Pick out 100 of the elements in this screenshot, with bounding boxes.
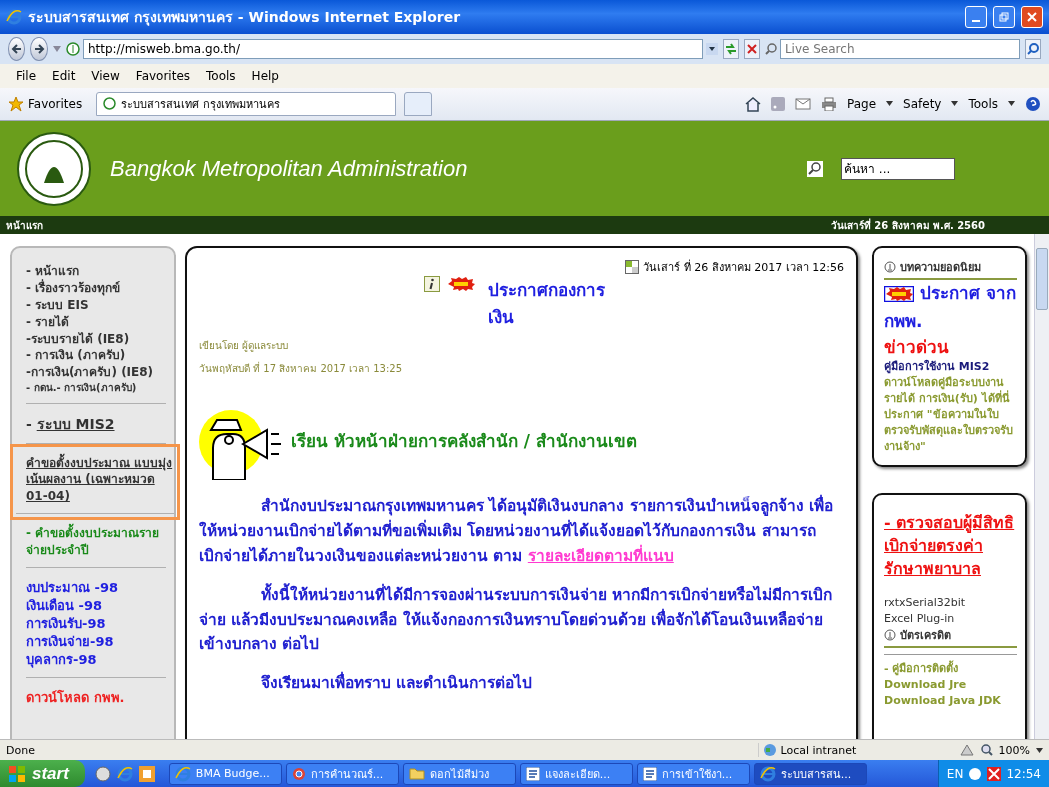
sidebar-link[interactable]: งบประมาณ -98 [26, 578, 166, 597]
tray-icon[interactable] [987, 766, 1002, 781]
forward-arrow-icon [33, 42, 46, 55]
sidebar-link[interactable]: - คำขอตั้งงบประมาณรายจ่ายประจำปี [26, 524, 166, 559]
menu-item[interactable]: Edit [44, 66, 84, 85]
eligibility-link[interactable]: - ตรวจสอบผู้มีสิทธิ เบิกจ่ายตรงค่ารักษาพยาบาล [884, 511, 1017, 581]
new-badge-icon [884, 286, 914, 303]
caret-icon[interactable] [1036, 747, 1043, 753]
site-icon [103, 97, 117, 111]
language-indicator[interactable]: EN [946, 766, 964, 781]
article-author: เขียนโดย ผู้ดูแลระบบ [199, 339, 290, 354]
sidebar-link[interactable]: - การเงิน (ภาครับ) [26, 347, 166, 365]
sidebar-link[interactable]: -การเงิน(ภาครับ) (IE8) [26, 364, 166, 381]
browser-tab[interactable]: ระบบสารสนเทศ กรุงเทพมหานคร [96, 91, 397, 116]
caret-icon[interactable] [1008, 101, 1015, 107]
vertical-scrollbar[interactable] [1034, 234, 1049, 740]
menu-item[interactable]: File [8, 66, 45, 85]
help-icon[interactable] [1025, 95, 1041, 112]
taskbar-button[interactable]: BMA Budge... [168, 762, 282, 785]
menu-item[interactable]: Tools [198, 66, 244, 85]
forward-button[interactable] [30, 36, 48, 61]
back-arrow-icon [10, 42, 23, 55]
section-heading: บัตรเครดิต [900, 628, 951, 645]
sidebar-link[interactable]: - ระบบ MIS2 [26, 414, 166, 435]
urgent-news-link[interactable]: ข่าวด่วน [884, 334, 1017, 360]
restore-icon [999, 11, 1009, 22]
download-link[interactable]: rxtxSerial32bit [884, 594, 1017, 611]
security-zone: Local intranet [780, 743, 857, 757]
site-search-field[interactable]: ค้นหา ... [841, 157, 955, 180]
zoom-level[interactable]: 100% [998, 743, 1030, 757]
favorites-button[interactable]: Favorites [8, 95, 89, 112]
print-icon[interactable] [821, 96, 837, 111]
browser-icon [174, 765, 191, 782]
download-link[interactable]: Excel Plug-in [884, 610, 1017, 627]
sidebar-link[interactable]: ดาวน์โหลด กพพ. [26, 689, 166, 708]
quick-launch-browser-icon [116, 765, 133, 782]
quick-launch-icon[interactable] [138, 765, 155, 782]
sidebar-link[interactable]: เงินเดือน -98 [26, 596, 166, 615]
toolbar-menu-button[interactable]: Page [847, 96, 877, 111]
history-caret-icon[interactable] [52, 45, 61, 52]
home-icon[interactable] [745, 95, 761, 112]
caret-icon[interactable] [951, 101, 959, 107]
sidebar-link[interactable]: บุคลากร-98 [26, 651, 166, 670]
close-icon [1027, 11, 1037, 22]
chrome-icon [291, 766, 306, 781]
city-seal-icon [16, 130, 92, 207]
search-icon [1026, 42, 1039, 55]
quick-launch-icon[interactable] [94, 765, 111, 782]
sidebar-link[interactable]: การเงินจ่าย-98 [26, 633, 166, 652]
restore-button[interactable] [993, 5, 1015, 28]
tray-icon[interactable] [968, 766, 983, 781]
minimize-button[interactable] [965, 5, 987, 28]
toolbar-menu-button[interactable]: Safety [903, 96, 942, 111]
new-badge-icon [446, 276, 476, 293]
taskbar-button[interactable]: การคำนวณร์... [285, 762, 399, 785]
menu-item[interactable]: Favorites [127, 66, 199, 85]
toolbar-menu-button[interactable]: Tools [968, 96, 998, 111]
announcement-link[interactable]: ประกาศ จาก กพพ. [884, 280, 1017, 335]
mail-icon[interactable] [795, 97, 811, 110]
sidebar-link[interactable]: การเงินรับ-98 [26, 614, 166, 634]
sidebar-link[interactable]: - เรื่องราวร้องทุกข์ [26, 280, 166, 297]
taskbar-button[interactable]: ระบบสารสน... [753, 762, 867, 785]
search-button[interactable] [1024, 38, 1041, 59]
article-date: วันพฤหัสบดี ที่ 17 สิงหาคม 2017 เวลา 13:25 [199, 361, 404, 377]
document-icon [642, 766, 657, 781]
taskbar-button[interactable]: แจงละเอียด... [519, 762, 633, 785]
folder-icon [408, 767, 425, 780]
home-link[interactable]: หน้าแรก [6, 217, 43, 233]
caret-icon[interactable] [886, 101, 894, 107]
sidebar-link[interactable]: คำขอตั้งงบประมาณ แบบมุ่งเน้นผลงาน (เฉพาะหมวด 01-04) [26, 454, 174, 505]
globe-icon [762, 743, 777, 758]
search-field[interactable]: Live Search [779, 38, 1020, 59]
article-paragraph: จึงเรียนมาเพื่อทราบ และดำเนินการต่อไป [199, 671, 844, 696]
search-icon[interactable] [807, 160, 823, 177]
taskbar-button[interactable]: ดอกไม้สีม่วง [402, 762, 516, 785]
back-button[interactable] [8, 36, 26, 61]
zoom-icon[interactable] [980, 744, 993, 757]
refresh-icon [723, 42, 738, 55]
manual-link[interactable]: คู่มือการใช้งาน MIS2 [884, 359, 1017, 376]
stop-button[interactable] [743, 38, 760, 59]
menu-item[interactable]: Help [243, 66, 287, 85]
sidebar-link[interactable]: -ระบบรายได้ (IE8) [26, 330, 166, 348]
protected-mode-icon[interactable] [958, 743, 975, 758]
sidebar-link[interactable]: - กดน.- การเงิน(ภาครับ) [26, 380, 166, 395]
dropdown-icon[interactable] [705, 42, 718, 55]
close-button[interactable] [1021, 5, 1043, 28]
document-icon [525, 766, 540, 781]
taskbar-button[interactable]: การเข้าใช้งา... [636, 762, 750, 785]
sidebar-link[interactable]: - รายได้ [26, 313, 166, 331]
site-icon [65, 41, 80, 56]
search-icon [764, 42, 777, 55]
section-heading: บทความยอดนิยม [900, 260, 981, 277]
stop-icon [746, 43, 757, 54]
sidebar-link[interactable]: - หน้าแรก [26, 263, 166, 281]
sidebar-link[interactable]: - ระบบ EIS [26, 297, 166, 314]
bulb-icon [884, 261, 896, 274]
info-icon [424, 276, 440, 293]
address-field[interactable]: http://misweb.bma.go.th/ [82, 38, 703, 59]
browser-icon [759, 765, 776, 782]
menu-item[interactable]: View [83, 66, 128, 85]
